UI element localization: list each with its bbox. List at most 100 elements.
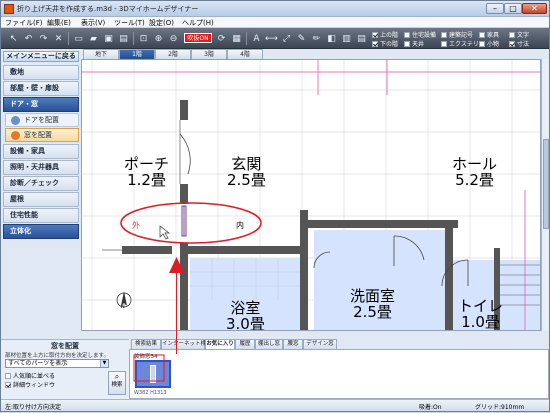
tab-waist-window[interactable]: 腰窓 — [283, 339, 303, 349]
menu-edit[interactable]: 編集(E) — [47, 18, 71, 28]
option-dimensions-checkbox[interactable] — [509, 40, 515, 47]
option-ceiling[interactable]: 天井 — [404, 39, 424, 48]
sort-popular-checkbox[interactable] — [5, 372, 11, 379]
save-icon[interactable]: ▣ — [102, 32, 115, 45]
tab-basement[interactable]: 地下 — [83, 49, 119, 59]
sidebar-item-place-window[interactable]: 窓を配置 — [5, 128, 79, 142]
close-button[interactable]: ✕ — [522, 3, 547, 14]
new-file-icon[interactable]: ▭ — [72, 32, 85, 45]
sidebar-item-site[interactable]: 敷地 — [3, 65, 79, 80]
tab-search-results[interactable]: 検索結果 — [131, 339, 161, 349]
print-icon[interactable]: ▤ — [117, 32, 130, 45]
tab-floor-4[interactable]: 4階 — [227, 49, 263, 59]
vertical-scrollbar[interactable] — [541, 59, 549, 331]
maximize-button[interactable]: □ — [504, 3, 522, 14]
parts-tabs: 検索結果 インターネット検索 お気に入り 履歴 棚出し窓 腰窓 デザイン窓 — [129, 339, 549, 349]
option-lower-floor[interactable]: 下の階 — [372, 39, 398, 48]
option-furniture[interactable]: 家具 — [479, 30, 499, 39]
minimize-button[interactable]: – — [486, 3, 504, 14]
main-menu-button[interactable]: メインメニューに戻る — [3, 51, 79, 62]
layer-icon[interactable]: ▥ — [340, 32, 353, 45]
dimension-icon[interactable]: ⟷ — [265, 32, 278, 45]
room-label-porch: ポーチ 1.2畳 — [124, 156, 169, 188]
floor-plan-drawing — [82, 60, 540, 330]
toolbar-separator — [68, 32, 69, 45]
option-dimensions[interactable]: 寸法 — [509, 39, 529, 48]
sidebar-item-diagnosis[interactable]: 診断／チェック — [3, 176, 79, 191]
menu-bar: ファイル(F) 編集(E) 表示(V) ツール(T) 設定(O) ヘルプ(H) — [1, 17, 549, 28]
tab-history[interactable]: 履歴 — [235, 339, 255, 349]
stair-floor — [497, 260, 540, 330]
sidebar-item-lighting[interactable]: 照明・天井器具 — [3, 160, 79, 175]
option-text[interactable]: 文字 — [509, 30, 529, 39]
scrollbar-thumb[interactable] — [543, 139, 549, 229]
status-snap: 吸着:On — [419, 404, 442, 411]
sidebar-item-doors-windows[interactable]: ドア・窓 — [3, 97, 79, 112]
text-icon[interactable]: A — [250, 32, 263, 45]
zoom-out-icon[interactable]: ⊖ — [167, 32, 180, 45]
display-settings-icon[interactable]: ▤ — [355, 32, 368, 45]
option-symbols[interactable]: 建築記号 — [441, 30, 473, 39]
part-thumbnail[interactable] — [135, 360, 171, 388]
detail-window-option[interactable]: 詳細ウィンドウ — [5, 380, 55, 389]
sidebar-item-rooms-walls[interactable]: 部屋・壁・扉設 — [3, 81, 79, 96]
room-label-entrance: 玄関 2.5畳 — [227, 156, 266, 188]
tab-internet-search[interactable]: インターネット検索 — [161, 339, 212, 349]
sidebar-item-place-door[interactable]: ドアを配置 — [5, 113, 79, 127]
open-folder-icon[interactable]: ▰ — [87, 32, 100, 45]
option-equipment-checkbox[interactable] — [404, 31, 410, 38]
option-text-checkbox[interactable] — [509, 31, 515, 38]
fit-view-icon[interactable]: ⊡ — [137, 32, 150, 45]
option-furniture-checkbox[interactable] — [479, 31, 485, 38]
measure-icon[interactable]: ⤢ — [280, 32, 293, 45]
option-symbols-checkbox[interactable] — [441, 31, 447, 38]
menu-help[interactable]: ヘルプ(H) — [182, 18, 214, 28]
select-tool-icon[interactable]: ↖ — [7, 32, 20, 45]
option-exterior-checkbox[interactable] — [441, 40, 447, 47]
brush-icon[interactable]: ✎ — [295, 32, 308, 45]
menu-view[interactable]: 表示(V) — [81, 18, 105, 28]
toolbar-separator — [246, 32, 247, 45]
floor-plan-canvas[interactable]: ポーチ 1.2畳 玄関 2.5畳 ホール 5.2畳 浴室 3.0畳 洗面室 2.… — [81, 59, 541, 331]
tab-floor-3[interactable]: 3階 — [191, 49, 227, 59]
sort-popular-option[interactable]: 人気順に並べる — [5, 371, 55, 380]
room-size: 1.0畳 — [461, 313, 500, 331]
menu-file[interactable]: ファイル(F) — [5, 18, 43, 28]
tab-design-window[interactable]: デザイン窓 — [303, 339, 337, 349]
menu-settings[interactable]: 設定(O) — [149, 18, 174, 28]
search-button[interactable]: ⌕ 検索 — [108, 371, 126, 395]
tab-favorites[interactable]: お気に入り — [205, 339, 235, 349]
chevron-down-icon[interactable]: ▼ — [100, 360, 108, 367]
detail-window-checkbox[interactable] — [5, 381, 11, 388]
option-upper-floor-checkbox[interactable] — [372, 31, 378, 38]
atrium-toggle-button[interactable]: 吹抜ON — [184, 33, 212, 43]
room-size: 5.2畳 — [455, 171, 494, 189]
zoom-in-icon[interactable]: ⊕ — [152, 32, 165, 45]
tab-bay-window[interactable]: 棚出し窓 — [255, 339, 283, 349]
sidebar-item-equipment[interactable]: 設備・家具 — [3, 144, 79, 159]
tab-floor-2[interactable]: 2階 — [155, 49, 191, 59]
sidebar-item-3d[interactable]: 立体化 — [3, 224, 79, 239]
option-upper-floor[interactable]: 上の階 — [372, 30, 398, 39]
option-accessories[interactable]: 小物 — [479, 39, 499, 48]
option-ceiling-checkbox[interactable] — [404, 40, 410, 47]
undo-icon[interactable]: ↶ — [22, 32, 35, 45]
room-label-bath: 浴室 3.0畳 — [226, 300, 265, 330]
option-equipment[interactable]: 住宅設備 — [404, 30, 436, 39]
parts-filter-select[interactable]: すべてのパーツを表示 ▼ — [5, 359, 109, 368]
sidebar-item-roof[interactable]: 屋根 — [3, 192, 79, 207]
title-bar: 折り上げ天井を作成する.m3d - 3Dマイホームデザイナー – □ ✕ — [1, 1, 549, 17]
redo-icon[interactable]: ↷ — [37, 32, 50, 45]
menu-tools[interactable]: ツール(T) — [114, 18, 145, 28]
redraw-icon[interactable]: ⟳ — [215, 32, 228, 45]
eraser-icon[interactable]: ◧ — [325, 32, 338, 45]
pencil-icon[interactable]: ✏ — [310, 32, 323, 45]
delete-icon[interactable]: ✕ — [52, 32, 65, 45]
window-thumbnail-icon — [150, 365, 156, 383]
grid-icon[interactable]: ▦ — [230, 32, 243, 45]
tab-floor-1[interactable]: 1階 — [119, 49, 155, 59]
option-lower-floor-checkbox[interactable] — [372, 40, 378, 47]
sidebar-item-performance[interactable]: 住宅性能 — [3, 208, 79, 223]
part-name: 装飾窓34 — [134, 354, 158, 360]
option-accessories-checkbox[interactable] — [479, 40, 485, 47]
